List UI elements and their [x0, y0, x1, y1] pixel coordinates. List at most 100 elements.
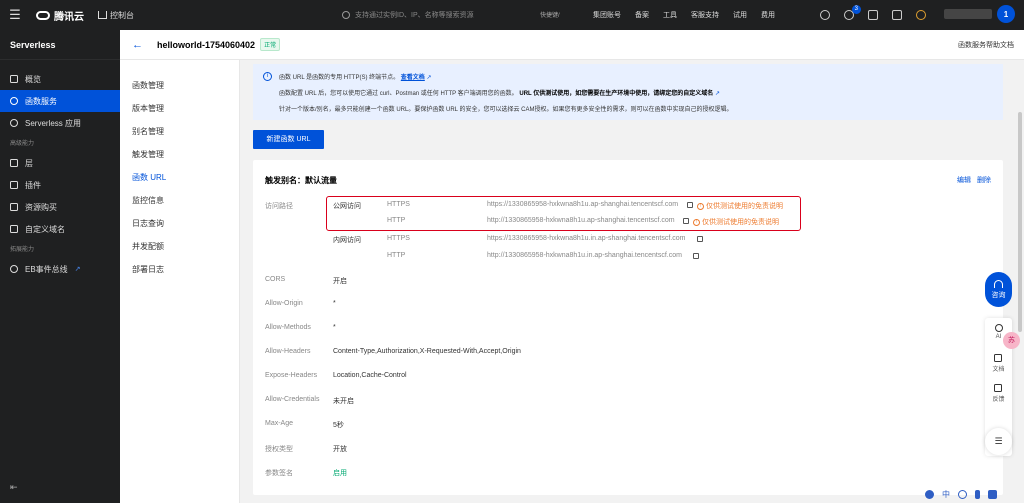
field-value: Content-Type,Authorization,X-Requested-W…	[333, 348, 521, 355]
nav-tools[interactable]: 工具	[663, 10, 677, 20]
sidebar-item-label: 插件	[25, 180, 41, 190]
home-icon	[98, 11, 107, 19]
url-text[interactable]: https://1330865958-hxkwna8h1u.ap-shangha…	[487, 201, 678, 208]
url-text[interactable]: https://1330865958-hxkwna8h1u.in.ap-shan…	[487, 235, 685, 242]
url-protocol: HTTPS	[387, 235, 410, 242]
sidebar-item-overview[interactable]: 概览	[0, 68, 120, 90]
cart-icon[interactable]	[892, 10, 902, 20]
nav-group-account[interactable]: 集团账号	[593, 10, 621, 20]
delete-link[interactable]: 删除	[977, 175, 991, 185]
url-text[interactable]: http://1330865958-hxkwna8h1u.ap-shanghai…	[487, 217, 675, 224]
nav-billing[interactable]: 费用	[761, 10, 775, 20]
microphone-icon[interactable]	[975, 490, 980, 499]
scrollbar[interactable]	[1016, 60, 1024, 503]
sidebar-item-functions[interactable]: 函数服务	[0, 90, 120, 112]
console-link[interactable]: 控制台	[98, 10, 134, 21]
function-header: ← helloworld-1754060402 正常 函数服务帮助文档	[120, 30, 1024, 60]
username-blurred[interactable]	[944, 9, 992, 19]
ai-assistant-button[interactable]: AI	[994, 324, 1003, 354]
sidebar-item-label: 自定义域名	[25, 224, 65, 234]
sidebar-item-serverless-app[interactable]: Serverless 应用	[0, 112, 120, 134]
copy-icon[interactable]	[693, 253, 699, 259]
submenu-log-query[interactable]: 日志查询	[120, 212, 239, 235]
field-label: 参数签名	[265, 470, 293, 477]
submenu-alias-manage[interactable]: 别名管理	[120, 120, 239, 143]
field-label: CORS	[265, 276, 286, 283]
scrollbar-thumb[interactable]	[1018, 112, 1022, 332]
sidebar-item-custom-domain[interactable]: 自定义域名	[0, 218, 120, 240]
grid-apps-icon[interactable]	[988, 490, 997, 499]
compass-icon[interactable]	[820, 10, 830, 20]
top-nav-links: 集团账号 备案 工具 客服支持 试用 费用	[593, 0, 775, 30]
search-shortcut-hint: 快捷键/	[540, 13, 560, 19]
notification-count-badge: 3	[851, 5, 861, 14]
external-link-icon: ↗	[714, 91, 720, 97]
ime-logo-icon[interactable]	[925, 490, 934, 499]
main-content: i 函数 URL 是函数的专用 HTTP(S) 终端节点。 查看文档 ↗ 函数配…	[241, 60, 1016, 503]
hamburger-menu-icon[interactable]: ☰	[0, 0, 30, 30]
bottom-ime-toolbar: 中	[925, 489, 997, 500]
edit-link[interactable]: 编辑	[957, 175, 971, 185]
ticket-icon[interactable]	[868, 10, 878, 20]
info-notice: i 函数 URL 是函数的专用 HTTP(S) 终端节点。 查看文档 ↗ 函数配…	[253, 64, 1003, 120]
nav-trial[interactable]: 试用	[733, 10, 747, 20]
submenu-version-manage[interactable]: 版本管理	[120, 97, 239, 120]
field-label: Expose-Headers	[265, 372, 318, 379]
avatar[interactable]: 1	[997, 5, 1015, 23]
field-value: Location,Cache-Control	[333, 372, 407, 379]
sidebar-item-label: 层	[25, 158, 33, 168]
global-search[interactable]: 支持通过实例ID、IP、名称等搜索资源	[338, 6, 570, 24]
submenu-monitoring[interactable]: 监控信息	[120, 189, 239, 212]
copy-icon[interactable]	[697, 236, 703, 242]
submenu-deploy-log[interactable]: 部署日志	[120, 258, 239, 281]
colorful-app-icon[interactable]	[916, 10, 926, 20]
field-value: 开放	[333, 446, 347, 453]
moon-icon[interactable]	[958, 490, 967, 499]
nav-filing[interactable]: 备案	[635, 10, 649, 20]
docs-button[interactable]: 文档	[992, 354, 1005, 384]
consult-button[interactable]: 咨询	[985, 272, 1012, 307]
nav-support[interactable]: 客服支持	[691, 10, 719, 20]
url-text[interactable]: http://1330865958-hxkwna8h1u.in.ap-shang…	[487, 252, 682, 259]
disclaimer-text: 仅供测试使用的免责说明	[706, 203, 783, 210]
sidebar-item-purchase[interactable]: 资源购买	[0, 196, 120, 218]
submenu-function-manage[interactable]: 函数管理	[120, 74, 239, 97]
back-arrow-icon[interactable]: ←	[132, 39, 143, 51]
tencent-cloud-logo[interactable]: 腾讯云	[36, 8, 84, 23]
top-icons: 3	[820, 0, 926, 30]
bus-icon	[10, 265, 18, 273]
cart-icon	[10, 203, 18, 211]
collapse-sidebar-icon[interactable]: ⇤	[10, 482, 18, 493]
list-menu-icon[interactable]: ☰	[985, 428, 1012, 455]
search-placeholder: 支持通过实例ID、IP、名称等搜索资源	[355, 12, 474, 19]
disclaimer-text: 仅供测试使用的免责说明	[702, 219, 779, 226]
bell-icon[interactable]: 3	[844, 5, 861, 20]
notice-bold-link[interactable]: URL 仅供测试使用，如您需要在生产环境中使用，请绑定您的自定义域名	[519, 91, 713, 97]
sidebar-item-plugins[interactable]: 插件	[0, 174, 120, 196]
disclaimer-link[interactable]: ! 仅供测试使用的免责说明	[693, 217, 779, 227]
warning-icon: !	[697, 202, 704, 210]
cloud-logo-icon	[36, 10, 50, 20]
feedback-button[interactable]: 反馈	[992, 384, 1005, 414]
notice-line-3: 针对一个版本/别名，最多只能创建一个函数 URL。要保护函数 URL 的安全，您…	[279, 107, 733, 113]
info-icon: i	[263, 72, 272, 81]
submenu-trigger-manage[interactable]: 触发管理	[120, 143, 239, 166]
submenu-function-url[interactable]: 函数 URL	[120, 166, 239, 189]
view-docs-link[interactable]: 查看文档	[401, 75, 425, 81]
sidebar-item-eventbridge[interactable]: EB事件总线 ↗	[0, 258, 120, 280]
consult-label: 咨询	[991, 291, 1006, 299]
copy-icon[interactable]	[687, 202, 693, 208]
field-label: Allow-Origin	[265, 300, 303, 307]
disclaimer-link[interactable]: ! 仅供测试使用的免责说明	[697, 201, 783, 211]
create-function-url-button[interactable]: 新建函数 URL	[253, 130, 324, 149]
field-label: 授权类型	[265, 446, 293, 453]
submenu-concurrency[interactable]: 并发配额	[120, 235, 239, 258]
ime-language[interactable]: 中	[942, 489, 950, 500]
url-protocol: HTTP	[387, 252, 406, 259]
function-icon	[10, 97, 18, 105]
sidebar-item-layers[interactable]: 层	[0, 152, 120, 174]
help-doc-link[interactable]: 函数服务帮助文档	[958, 40, 1014, 50]
copy-icon[interactable]	[683, 218, 689, 224]
translate-chip[interactable]: 苏	[1003, 332, 1020, 349]
field-value: *	[333, 300, 336, 307]
